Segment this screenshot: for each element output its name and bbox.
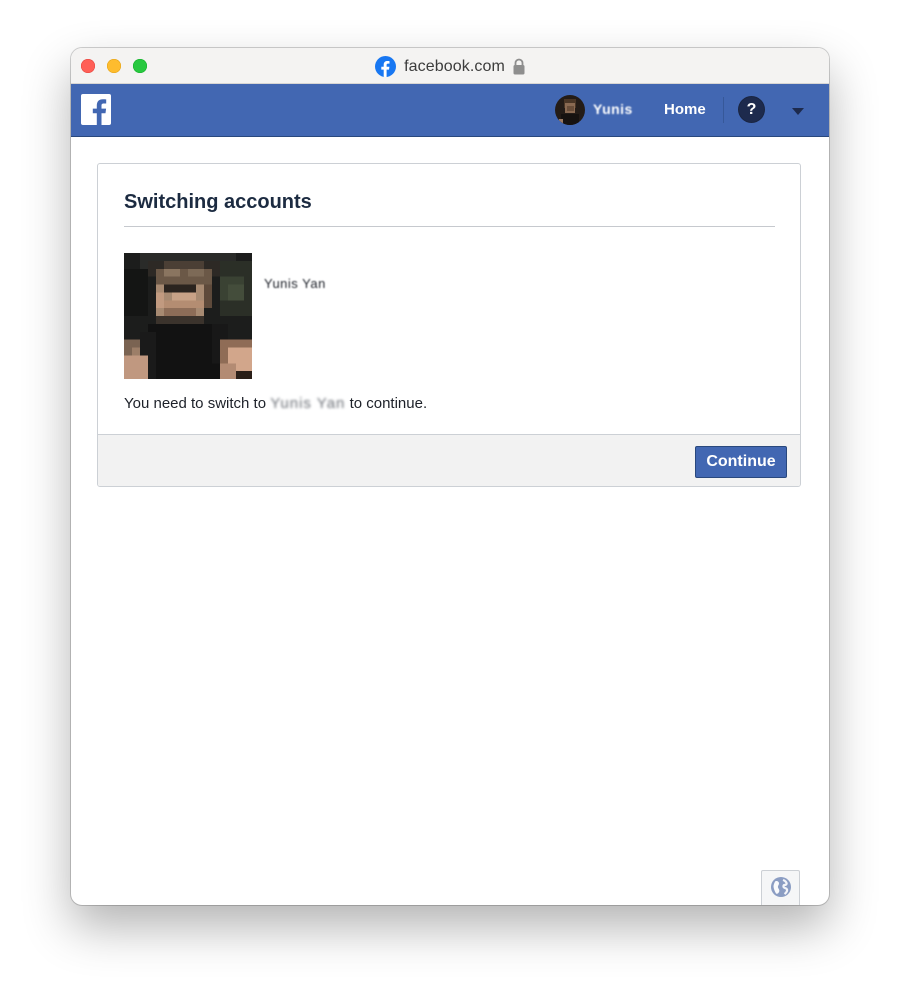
message-account-name: Yunis Yan bbox=[270, 395, 346, 412]
address-bar[interactable]: facebook.com bbox=[71, 56, 829, 77]
browser-window: facebook.com Yunis Home ? Switching acco… bbox=[71, 48, 829, 905]
profile-name: Yunis Yan bbox=[264, 276, 326, 291]
message-suffix: to continue. bbox=[349, 395, 428, 412]
help-icon[interactable]: ? bbox=[739, 97, 764, 122]
caret-down-icon[interactable] bbox=[791, 104, 805, 116]
facebook-header-bar: Yunis Home ? bbox=[71, 84, 829, 137]
profile-picture bbox=[124, 253, 252, 379]
nav-user-name[interactable]: Yunis bbox=[593, 101, 633, 117]
switch-message: You need to switch to Yunis Yan to conti… bbox=[124, 395, 427, 412]
dialog-title: Switching accounts bbox=[124, 191, 312, 213]
dialog-footer: Continue bbox=[98, 434, 800, 486]
nav-divider bbox=[723, 97, 724, 123]
continue-button[interactable]: Continue bbox=[695, 446, 787, 478]
switch-accounts-dialog: Switching accounts Yunis Yan You need to… bbox=[97, 163, 801, 487]
title-bar: facebook.com bbox=[71, 48, 829, 84]
url-text: facebook.com bbox=[404, 57, 505, 75]
facebook-f-logo-icon[interactable] bbox=[81, 94, 111, 125]
message-prefix: You need to switch to bbox=[124, 395, 267, 412]
title-divider bbox=[124, 226, 775, 227]
globe-icon bbox=[770, 876, 792, 903]
facebook-icon bbox=[375, 56, 397, 77]
language-button[interactable] bbox=[761, 870, 800, 905]
home-link[interactable]: Home bbox=[664, 101, 706, 118]
lock-icon bbox=[513, 58, 525, 75]
avatar[interactable] bbox=[555, 95, 585, 125]
